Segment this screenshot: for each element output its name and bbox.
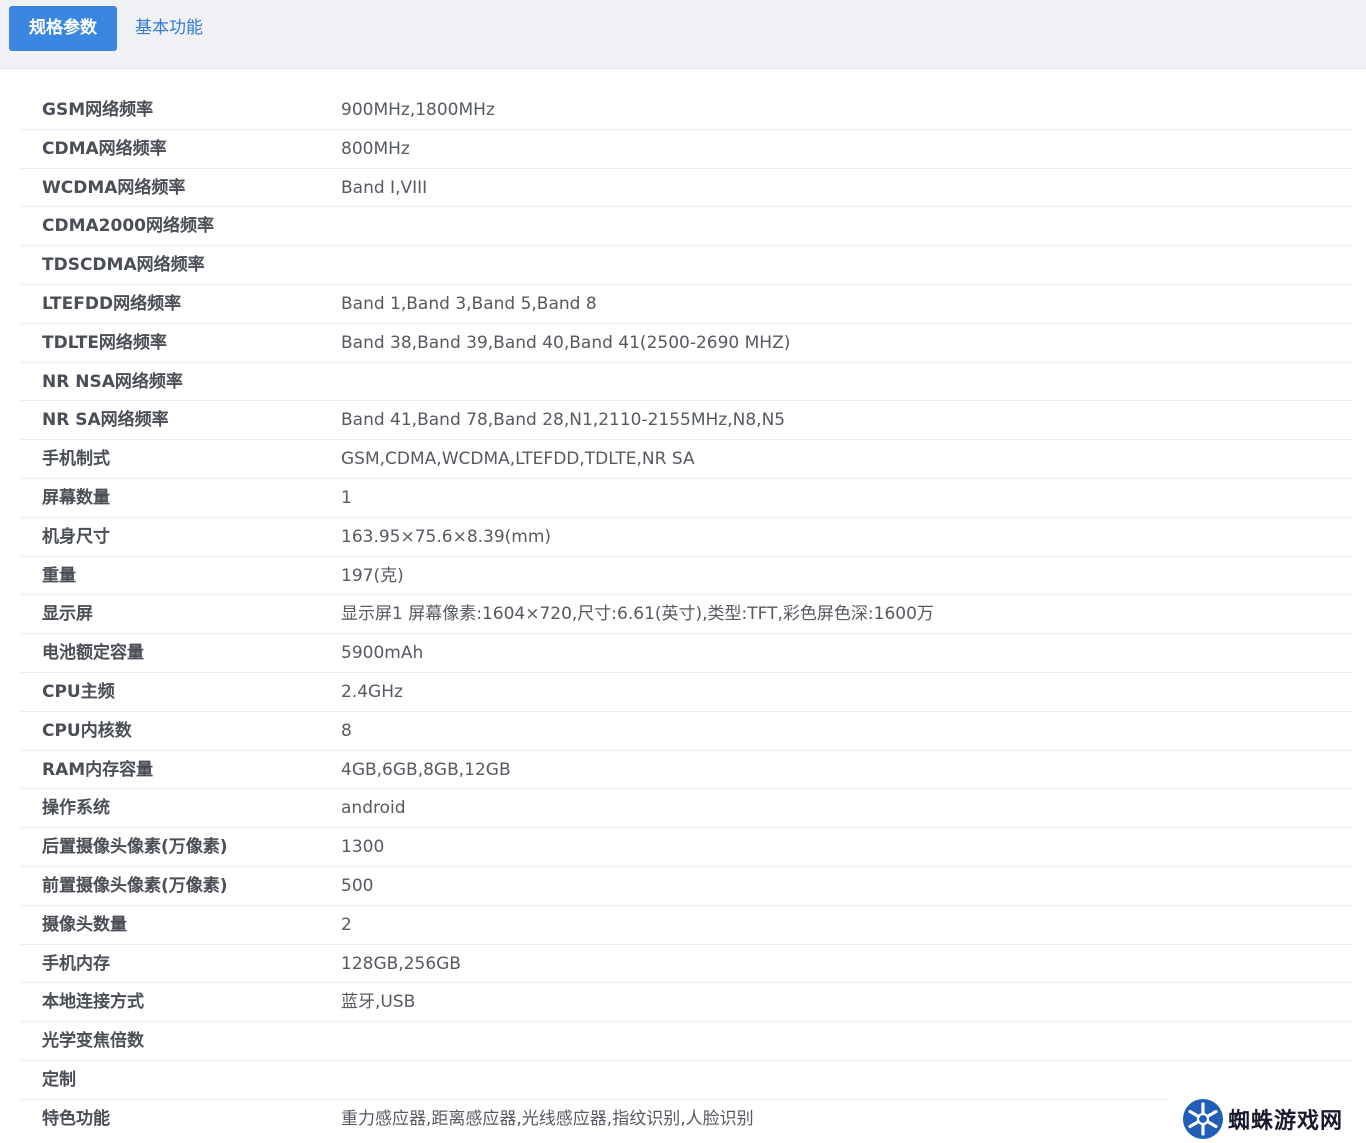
spec-value: 900MHz,1800MHz bbox=[341, 100, 495, 120]
spec-row: 电池额定容量 5900mAh bbox=[20, 634, 1352, 673]
spec-label: GSM网络频率 bbox=[42, 100, 154, 120]
spec-label: WCDMA网络频率 bbox=[42, 177, 186, 198]
spec-row: 前置摄像头像素(万像素) 500 bbox=[20, 867, 1352, 906]
spec-row: 显示屏 显示屏1 屏幕像素:1604×720,尺寸:6.61(英寸),类型:TFT… bbox=[20, 595, 1352, 635]
spec-row: LTEFDD网络频率 Band 1,Band 3,Band 5,Band 8 bbox=[20, 285, 1352, 324]
spec-label: 重量 bbox=[42, 565, 76, 586]
spec-row: 手机制式 GSM,CDMA,WCDMA,LTEFDD,TDLTE,NR SA bbox=[20, 440, 1352, 479]
spec-label: 光学变焦倍数 bbox=[42, 1031, 144, 1052]
spec-row: NR NSA网络频率 bbox=[20, 363, 1352, 402]
spec-label: 机身尺寸 bbox=[42, 526, 110, 547]
spec-row: 特色功能 重力感应器,距离感应器,光线感应器,指纹识别,人脸识别 bbox=[20, 1100, 1352, 1139]
spec-table: GSM网络频率 900MHz,1800MHz CDMA网络频率 800MHz WCDMA… bbox=[20, 91, 1352, 1139]
spec-value: Band 1,Band 3,Band 5,Band 8 bbox=[341, 293, 597, 314]
spec-label: TDSCDMA网络频率 bbox=[42, 255, 205, 276]
spec-value: 800MHz bbox=[341, 138, 410, 159]
spec-label: NR NSA网络频率 bbox=[42, 371, 183, 392]
spec-value: 2 bbox=[341, 914, 352, 935]
spec-label: 定制 bbox=[42, 1069, 76, 1090]
spec-value: 2.4GHz bbox=[341, 681, 403, 702]
spec-row: CDMA2000网络频率 bbox=[20, 207, 1352, 247]
spec-row: GSM网络频率 900MHz,1800MHz bbox=[20, 91, 1352, 130]
spec-label: 特色功能 bbox=[42, 1108, 110, 1129]
spec-label: 前置摄像头像素(万像素) bbox=[42, 875, 228, 896]
spec-row: CPU主频 2.4GHz bbox=[20, 673, 1352, 712]
spec-row: CPU内核数 8 bbox=[20, 712, 1352, 751]
spec-label: CDMA2000网络频率 bbox=[42, 216, 214, 237]
spec-value: 1 bbox=[341, 487, 352, 508]
tab-specs[interactable]: 规格参数 bbox=[9, 6, 117, 51]
spec-row: 机身尺寸 163.95×75.6×8.39(mm) bbox=[20, 518, 1352, 557]
spec-label: LTEFDD网络频率 bbox=[42, 293, 182, 314]
spec-row: CDMA网络频率 800MHz bbox=[20, 130, 1352, 169]
spec-value: 5900mAh bbox=[341, 643, 424, 664]
spec-label: 后置摄像头像素(万像素) bbox=[42, 837, 228, 858]
spec-row: NR SA网络频率 Band 41,Band 78,Band 28,N1,2110… bbox=[20, 401, 1352, 441]
spec-label: 摄像头数量 bbox=[42, 914, 127, 935]
spec-label: CPU内核数 bbox=[42, 720, 132, 741]
spec-row: TDSCDMA网络频率 bbox=[20, 246, 1352, 285]
spec-label: 本地连接方式 bbox=[42, 992, 144, 1013]
spec-value: Band 41,Band 78,Band 28,N1,2110-2155MHz,… bbox=[341, 410, 786, 431]
spec-value: 8 bbox=[341, 720, 352, 741]
spec-label: 显示屏 bbox=[42, 604, 93, 625]
spec-row: 操作系统 android bbox=[20, 789, 1352, 829]
spec-label: RAM内存容量 bbox=[42, 759, 154, 780]
spec-row: 屏幕数量 1 bbox=[20, 479, 1352, 518]
spec-label: 手机内存 bbox=[42, 953, 110, 974]
spec-value: 重力感应器,距离感应器,光线感应器,指纹识别,人脸识别 bbox=[341, 1108, 754, 1129]
spec-row: 手机内存 128GB,256GB bbox=[20, 945, 1352, 984]
spec-label: TDLTE网络频率 bbox=[42, 332, 167, 353]
spec-row: RAM内存容量 4GB,6GB,8GB,12GB bbox=[20, 751, 1352, 790]
spec-value: 128GB,256GB bbox=[341, 953, 461, 974]
spec-row: WCDMA网络频率 Band Ⅰ,VIII bbox=[20, 169, 1352, 208]
spec-row: 定制 bbox=[20, 1061, 1352, 1100]
spec-row: TDLTE网络频率 Band 38,Band 39,Band 40,Band 41… bbox=[20, 324, 1352, 363]
spec-value: 197(克) bbox=[341, 565, 404, 586]
watermark: 蜘蛛游戏网 bbox=[1168, 1096, 1366, 1143]
spec-row: 本地连接方式 蓝牙,USB bbox=[20, 983, 1352, 1023]
tab-bar: 规格参数 基本功能 bbox=[0, 0, 1366, 69]
spec-row: 摄像头数量 2 bbox=[20, 906, 1352, 945]
spec-label: CPU主频 bbox=[42, 681, 115, 702]
spec-row: 后置摄像头像素(万像素) 1300 bbox=[20, 828, 1352, 867]
spec-label: 屏幕数量 bbox=[42, 487, 110, 508]
spec-value: 500 bbox=[341, 875, 374, 896]
spec-label: 电池额定容量 bbox=[42, 643, 144, 664]
spec-value: Band Ⅰ,VIII bbox=[341, 177, 428, 198]
spec-row: 重量 197(克) bbox=[20, 557, 1352, 596]
spec-label: 手机制式 bbox=[42, 449, 110, 470]
spec-value: 163.95×75.6×8.39(mm) bbox=[341, 526, 552, 547]
spec-row: 光学变焦倍数 bbox=[20, 1022, 1352, 1061]
spec-value: 1300 bbox=[341, 837, 385, 858]
tab-basic-features[interactable]: 基本功能 bbox=[117, 6, 221, 51]
spec-label: NR SA网络频率 bbox=[42, 410, 169, 431]
spec-value: 4GB,6GB,8GB,12GB bbox=[341, 759, 511, 780]
watermark-text: 蜘蛛游戏网 bbox=[1228, 1109, 1344, 1134]
spider-logo-icon bbox=[1183, 1099, 1223, 1139]
spec-value: android bbox=[341, 798, 406, 819]
spec-value: Band 38,Band 39,Band 40,Band 41(2500-269… bbox=[341, 332, 791, 353]
spec-value: GSM,CDMA,WCDMA,LTEFDD,TDLTE,NR SA bbox=[341, 449, 695, 470]
spec-value: 显示屏1 屏幕像素:1604×720,尺寸:6.61(英寸),类型:TFT,彩色… bbox=[341, 604, 934, 625]
spec-value: 蓝牙,USB bbox=[341, 992, 416, 1013]
spec-label: CDMA网络频率 bbox=[42, 138, 167, 159]
spec-label: 操作系统 bbox=[42, 798, 110, 819]
